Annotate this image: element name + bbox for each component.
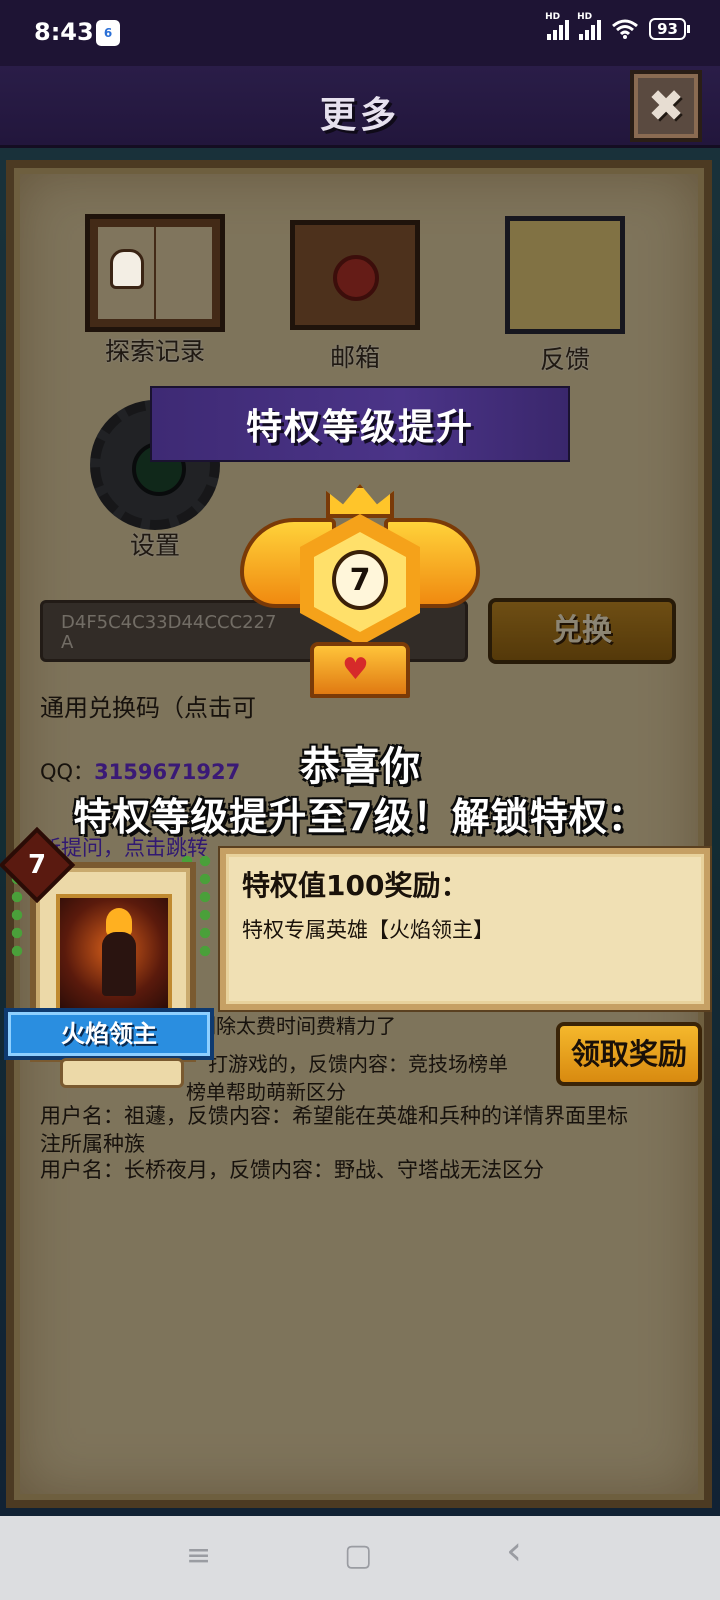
reward-title: 特权值100奖励： <box>242 869 469 902</box>
page-header: 更多 ✖ <box>0 66 720 148</box>
signal-label-1: HD <box>545 12 561 22</box>
banner-title: 特权等级提升 <box>245 407 474 448</box>
system-nav-bar: ≡ ▢ ‹ <box>0 1516 720 1600</box>
hero-name-ribbon: 火焰领主 <box>4 1008 214 1060</box>
home-icon[interactable]: ▢ <box>344 1538 372 1573</box>
reward-panel: 特权值100奖励： 特权专属英雄【火焰领主】 <box>220 848 710 1010</box>
notification-icon: 6 <box>96 20 120 46</box>
congrats-text: 恭喜你 <box>300 744 420 790</box>
heart-icon: ♥ <box>342 652 369 687</box>
badge-level-number: 7 <box>332 550 388 610</box>
upgrade-message: 特权等级提升至7级！解锁特权： <box>73 795 647 839</box>
hero-figure <box>102 932 136 996</box>
privilege-upgrade-banner: 特权等级提升 <box>150 386 570 462</box>
battery-indicator: 93 <box>649 18 690 40</box>
skull-icon <box>110 249 144 289</box>
hero-portrait <box>56 894 172 1014</box>
close-icon: ✖ <box>647 80 685 132</box>
status-icons: HD HD 93 <box>545 12 690 40</box>
signal-icon-1: HD <box>545 12 570 40</box>
status-time: 8:43 <box>34 18 94 46</box>
page-title: 更多 <box>319 95 400 136</box>
hero-scroll-decoration <box>60 1058 184 1088</box>
claim-reward-button[interactable]: 领取奖励 <box>556 1022 702 1086</box>
hero-level: 7 <box>27 850 47 880</box>
signal-label-2: HD <box>577 12 593 22</box>
back-icon[interactable]: ‹ <box>506 1528 522 1574</box>
reward-description: 特权专属英雄【火焰领主】 <box>242 918 494 942</box>
wifi-icon <box>612 19 639 39</box>
close-button[interactable]: ✖ <box>630 70 702 142</box>
menu-icon[interactable]: ≡ <box>186 1538 211 1573</box>
status-bar: 8:43 6 HD HD 93 <box>0 0 720 66</box>
vip-level-badge: 7 ♥ <box>240 480 480 710</box>
signal-icon-2: HD <box>577 12 602 40</box>
crown-icon <box>326 484 394 518</box>
